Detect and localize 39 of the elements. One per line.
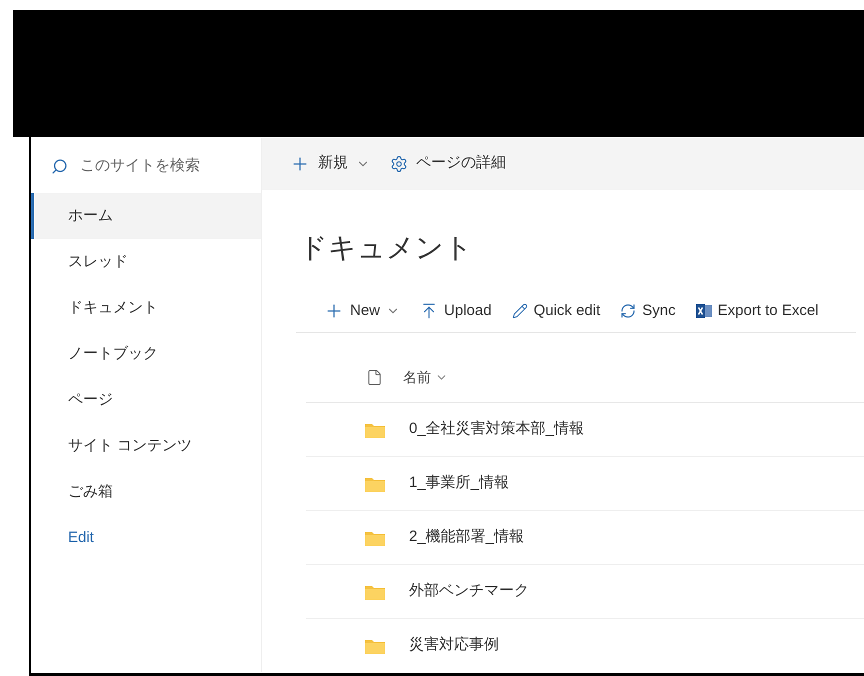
file-type-icon xyxy=(366,369,383,386)
pencil-icon xyxy=(512,303,528,320)
sync-icon xyxy=(620,303,636,320)
folder-row[interactable]: 外部ベンチマーク xyxy=(306,565,864,619)
folder-row[interactable]: 0_全社災害対策本部_情報 xyxy=(306,403,864,457)
search-icon xyxy=(51,158,68,174)
folder-icon xyxy=(365,584,385,600)
toolbar-button[interactable]: Sync xyxy=(620,300,676,322)
folder-icon xyxy=(365,530,385,546)
page-title: ドキュメント xyxy=(298,231,474,266)
folder-row[interactable]: 1_事業所_情報 xyxy=(306,457,864,511)
folder-name: 外部ベンチマーク xyxy=(409,581,529,602)
edit-link[interactable]: Edit xyxy=(31,515,261,561)
nav-item[interactable]: スレッド xyxy=(31,239,261,285)
toolbar-button[interactable]: New xyxy=(324,300,400,322)
nav-item[interactable]: ドキュメント xyxy=(31,285,261,331)
search-field[interactable]: このサイトを検索 xyxy=(80,154,240,178)
nav-item[interactable]: ごみ箱 xyxy=(31,469,261,515)
toolbar-button[interactable]: Upload xyxy=(420,300,492,322)
toolbar-button[interactable]: Export to Excel xyxy=(696,300,819,322)
folder-icon xyxy=(365,476,385,492)
nav-item[interactable]: ホーム xyxy=(31,193,261,239)
page-details-button[interactable]: ページの詳細 xyxy=(390,152,506,175)
folder-row[interactable]: 災害対応事例 xyxy=(306,619,864,673)
folder-name: 1_事業所_情報 xyxy=(409,473,510,494)
settings-icon xyxy=(390,154,408,173)
folder-name: 2_機能部署_情報 xyxy=(409,527,524,548)
folder-row[interactable]: 2_機能部署_情報 xyxy=(306,511,864,565)
nav-item[interactable]: ページ xyxy=(31,377,261,423)
spreadsheet-icon xyxy=(696,303,712,320)
toolbar-button[interactable]: Quick edit xyxy=(512,300,600,322)
folder-name: 災害対応事例 xyxy=(409,635,499,656)
nav-item[interactable]: ノートブック xyxy=(31,331,261,377)
folder-icon xyxy=(365,638,385,654)
nav-item[interactable]: サイト コンテンツ xyxy=(31,423,261,469)
column-header[interactable]: 名前 xyxy=(403,367,448,388)
new-menu-button[interactable]: 新規 xyxy=(290,152,370,175)
folder-icon xyxy=(365,422,385,438)
folder-name: 0_全社災害対策本部_情報 xyxy=(409,419,584,440)
